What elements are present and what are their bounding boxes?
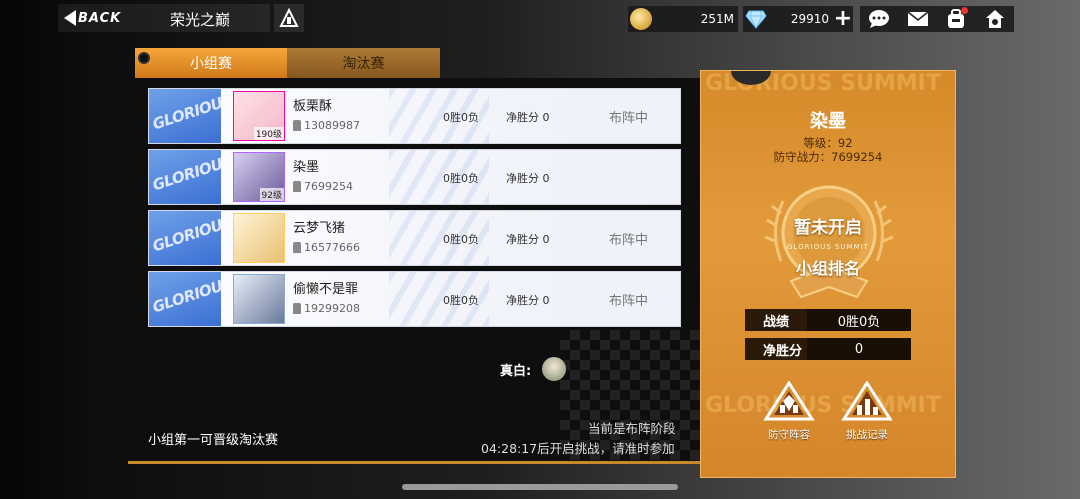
power-icon: [293, 303, 301, 314]
power-icon: [293, 181, 301, 192]
add-gems-button[interactable]: +: [833, 8, 853, 30]
challenge-record-button[interactable]: 挑战记录: [837, 381, 897, 442]
tab-knockout[interactable]: 淘汰赛: [287, 48, 440, 78]
challenge-record-label: 挑战记录: [846, 429, 888, 441]
player-power: 13089987: [293, 119, 360, 132]
player-state: 布阵中: [609, 294, 649, 309]
net-score-value: 0: [807, 338, 911, 360]
defense-lineup-label: 防守阵容: [768, 429, 810, 441]
advance-rule-text: 小组第一可晋级淘汰赛: [148, 433, 279, 448]
player-row[interactable]: GLORIOUS 190级 板栗酥 13089987 0胜0负 净胜分 0 布阵…: [148, 88, 681, 144]
glorious-badge: GLORIOUS: [149, 150, 221, 204]
player-power: 19299208: [293, 302, 360, 315]
backpack-button[interactable]: [942, 7, 970, 31]
player-record: 0胜0负: [443, 294, 479, 307]
defense-lineup-icon: [763, 381, 815, 421]
medal-title: 暂未开启: [794, 218, 862, 238]
ranking-button[interactable]: [274, 4, 304, 32]
countdown-text: 04:28:17后开启挑战，请准时参加: [481, 441, 675, 456]
power-icon: [293, 120, 301, 131]
back-arrow-icon: [64, 10, 76, 26]
player-detail-card: GLORIOUS SUMMIT GLORIOUS SUMMIT 染墨 等级：92…: [700, 70, 956, 478]
player-record: 0胜0负: [443, 111, 479, 124]
glorious-badge: GLORIOUS: [149, 89, 221, 143]
record-stat: 战绩 0胜0负: [745, 309, 911, 331]
card-player-name: 染墨: [810, 111, 846, 132]
chat-icon: [869, 10, 890, 28]
player-power: 16577666: [293, 241, 360, 254]
notification-dot: [961, 7, 969, 14]
mail-button[interactable]: [904, 7, 932, 31]
challenge-record-icon: [841, 381, 893, 421]
player-level: 92级: [259, 188, 284, 201]
chat-button[interactable]: [865, 7, 893, 31]
home-indicator[interactable]: [402, 484, 678, 490]
coin-value: 251M: [700, 12, 734, 26]
record-stat-label: 战绩: [763, 314, 790, 330]
tab-group-stage[interactable]: 小组赛: [135, 48, 287, 78]
player-net-score: 净胜分 0: [506, 294, 550, 307]
medal-subtitle: GLORIOUS SUMMIT: [787, 243, 869, 251]
coin-icon: [630, 8, 652, 30]
group-rank-label: 小组排名: [795, 259, 860, 278]
record-stat-value: 0胜0负: [807, 309, 911, 331]
phase-text: 当前是布阵阶段: [588, 421, 676, 436]
tab-indicator-icon: [138, 52, 150, 64]
settings-button[interactable]: [981, 7, 1009, 31]
gem-counter: 29910 +: [743, 6, 853, 32]
player-net-score: 净胜分 0: [506, 172, 550, 185]
cheer-avatar[interactable]: [542, 357, 566, 381]
player-avatar[interactable]: [233, 274, 285, 324]
coin-counter: 251M: [628, 6, 738, 32]
player-record: 0胜0负: [443, 233, 479, 246]
ranking-icon: [279, 8, 299, 27]
player-net-score: 净胜分 0: [506, 111, 550, 124]
player-net-score: 净胜分 0: [506, 233, 550, 246]
player-name: 云梦飞猪: [293, 221, 346, 236]
card-defense-power: 防守战力：7699254: [773, 150, 883, 164]
page-title: 荣光之巅: [170, 11, 231, 29]
glorious-badge: GLORIOUS: [149, 272, 221, 326]
net-score-label: 净胜分: [763, 343, 803, 359]
player-avatar[interactable]: 92级: [233, 152, 285, 202]
glorious-badge: GLORIOUS: [149, 211, 221, 265]
cheer-label: 真白:: [500, 364, 532, 379]
player-avatar[interactable]: 190级: [233, 91, 285, 141]
card-watermark-bottom: GLORIOUS SUMMIT: [705, 393, 941, 418]
defense-lineup-button[interactable]: 防守阵容: [759, 381, 819, 442]
gem-value: 29910: [790, 12, 829, 26]
back-button[interactable]: BACK: [58, 4, 270, 32]
top-icon-bar: [860, 6, 1014, 32]
player-row[interactable]: GLORIOUS 偷懒不是罪 19299208 0胜0负 净胜分 0 布阵中: [148, 271, 681, 327]
mail-icon: [907, 11, 929, 26]
player-row[interactable]: GLORIOUS 92级 染墨 7699254 0胜0负 净胜分 0: [148, 149, 681, 205]
player-avatar[interactable]: [233, 213, 285, 263]
power-icon: [293, 242, 301, 253]
back-label: BACK: [78, 10, 122, 26]
net-score-stat: 净胜分 0: [745, 338, 911, 360]
player-name: 染墨: [293, 160, 320, 175]
home-gear-icon: [985, 10, 1004, 28]
player-state: 布阵中: [609, 111, 649, 126]
player-record: 0胜0负: [443, 172, 479, 185]
player-level: 190级: [253, 127, 284, 140]
player-state: 布阵中: [609, 233, 649, 248]
player-row[interactable]: GLORIOUS 云梦飞猪 16577666 0胜0负 净胜分 0 布阵中: [148, 210, 681, 266]
player-power: 7699254: [293, 180, 353, 193]
diamond-icon: [745, 10, 767, 29]
player-name: 板栗酥: [293, 99, 333, 114]
player-name: 偷懒不是罪: [293, 282, 359, 297]
